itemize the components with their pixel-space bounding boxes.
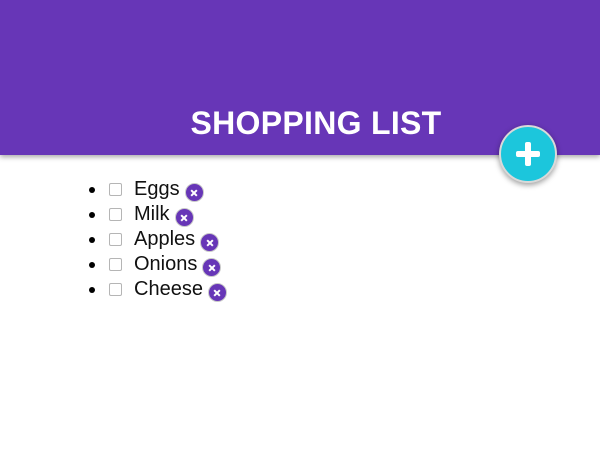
item-checkbox[interactable]	[109, 283, 122, 296]
item-label: Apples	[134, 228, 196, 250]
close-icon	[188, 187, 199, 198]
list-item: Onions	[86, 252, 227, 277]
item-label: Milk	[134, 203, 170, 225]
add-item-button[interactable]	[499, 125, 557, 183]
plus-icon	[516, 142, 540, 166]
shopping-list-app: SHOPPING LIST Eggs Milk Apples Onions Ch…	[0, 0, 600, 462]
close-icon	[206, 262, 217, 273]
delete-item-button[interactable]	[202, 258, 222, 277]
item-label: Eggs	[134, 178, 180, 200]
delete-item-button[interactable]	[174, 208, 194, 227]
list-bullet	[89, 236, 95, 243]
list-item: Eggs	[86, 177, 227, 202]
item-checkbox[interactable]	[109, 258, 122, 271]
list-item: Milk	[86, 202, 227, 227]
item-label: Cheese	[134, 278, 203, 300]
delete-item-button[interactable]	[207, 283, 227, 302]
shopping-list: Eggs Milk Apples Onions Cheese	[86, 177, 227, 302]
list-item: Apples	[86, 227, 227, 252]
delete-item-button[interactable]	[184, 183, 204, 202]
list-item: Cheese	[86, 277, 227, 302]
item-checkbox[interactable]	[109, 208, 122, 221]
delete-item-button[interactable]	[200, 233, 220, 252]
list-bullet	[89, 211, 95, 218]
list-bullet	[89, 186, 95, 193]
close-icon	[212, 287, 223, 298]
list-bullet	[89, 261, 95, 268]
list-bullet	[89, 286, 95, 293]
close-icon	[178, 212, 189, 223]
item-checkbox[interactable]	[109, 183, 122, 196]
close-icon	[204, 237, 215, 248]
item-label: Onions	[134, 253, 198, 275]
item-checkbox[interactable]	[109, 233, 122, 246]
